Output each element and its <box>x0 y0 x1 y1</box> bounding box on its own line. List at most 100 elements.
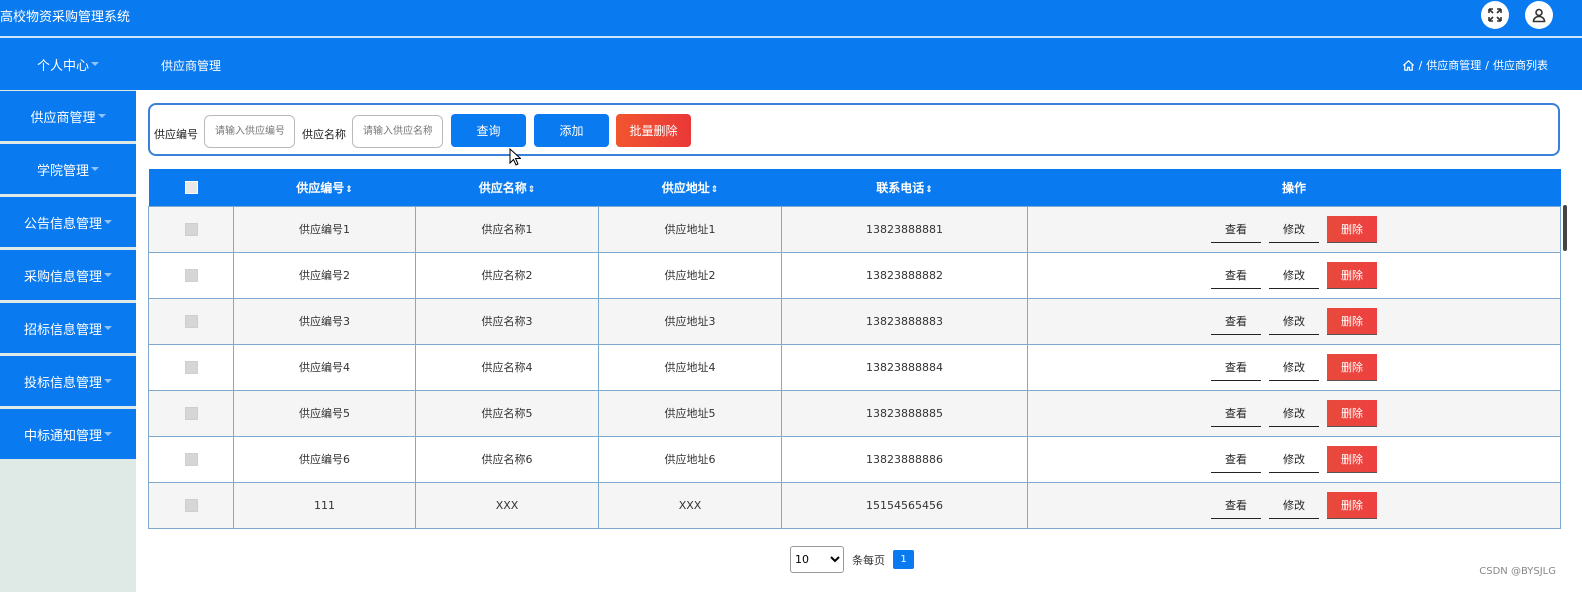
supplier-code-input[interactable] <box>204 115 295 148</box>
sort-icon[interactable]: ⇕ <box>925 185 933 195</box>
sort-icon[interactable]: ⇕ <box>711 185 719 195</box>
cell-code: 111 <box>233 481 416 529</box>
view-button[interactable]: 查看 <box>1211 446 1261 473</box>
batch-delete-button[interactable]: 批量删除 <box>616 114 691 147</box>
column-header-phone[interactable]: 联系电话⇕ <box>781 169 1028 206</box>
page-number-current[interactable]: 1 <box>893 550 914 569</box>
per-page-label: 条每页 <box>852 553 885 567</box>
select-all-checkbox[interactable] <box>184 181 198 195</box>
row-checkbox[interactable] <box>184 498 198 512</box>
delete-button[interactable]: 删除 <box>1327 399 1377 427</box>
cell-phone: 13823888886 <box>781 435 1028 483</box>
supplier-name-label: 供应名称 <box>302 128 346 141</box>
select-all-cell <box>148 169 234 206</box>
cell-code: 供应编号2 <box>233 251 416 299</box>
delete-button[interactable]: 删除 <box>1327 307 1377 335</box>
caret-down-icon <box>104 220 112 224</box>
cell-address: 供应地址3 <box>598 297 782 345</box>
edit-button[interactable]: 修改 <box>1269 446 1319 473</box>
row-checkbox[interactable] <box>184 268 198 282</box>
cell-address: XXX <box>598 481 782 529</box>
cell-actions: 查看 修改 删除 <box>1027 481 1561 529</box>
sidebar-item-label: 投标信息管理 <box>23 375 102 391</box>
delete-button[interactable]: 删除 <box>1327 491 1377 519</box>
table-row: 供应编号4 供应名称4 供应地址4 13823888884 查看 修改 删除 <box>148 343 1561 391</box>
sidebar-item-supplier[interactable]: 供应商管理 <box>0 91 136 141</box>
caret-down-icon <box>104 326 112 330</box>
top-bar: 高校物资采购管理系统 <box>0 0 1582 36</box>
row-select-cell <box>148 435 234 483</box>
home-icon[interactable] <box>1402 59 1415 72</box>
edit-button[interactable]: 修改 <box>1269 308 1319 335</box>
sort-icon[interactable]: ⇕ <box>528 185 536 195</box>
edit-button[interactable]: 修改 <box>1269 492 1319 519</box>
personal-center-label: 个人中心 <box>36 58 89 74</box>
view-button[interactable]: 查看 <box>1211 400 1261 427</box>
sidebar-item-label: 公告信息管理 <box>23 216 102 232</box>
row-select-cell <box>148 205 234 253</box>
fullscreen-icon[interactable] <box>1481 1 1509 29</box>
caret-down-icon <box>104 273 112 277</box>
row-checkbox[interactable] <box>184 406 198 420</box>
page-size-select[interactable]: 10 <box>790 546 844 573</box>
column-header-actions: 操作 <box>1027 169 1561 206</box>
cell-address: 供应地址5 <box>598 389 782 437</box>
sidebar-item-tender[interactable]: 招标信息管理 <box>0 303 136 353</box>
table-row: 供应编号2 供应名称2 供应地址2 13823888882 查看 修改 删除 <box>148 251 1561 299</box>
view-button[interactable]: 查看 <box>1211 308 1261 335</box>
query-button[interactable]: 查询 <box>451 114 526 147</box>
delete-button[interactable]: 删除 <box>1327 445 1377 473</box>
edit-button[interactable]: 修改 <box>1269 216 1319 243</box>
column-header-address[interactable]: 供应地址⇕ <box>598 169 782 206</box>
edit-button[interactable]: 修改 <box>1269 262 1319 289</box>
watermark: CSDN @BYSJLG <box>1479 566 1556 577</box>
sidebar-item-college[interactable]: 学院管理 <box>0 144 136 194</box>
cell-code: 供应编号5 <box>233 389 416 437</box>
row-checkbox[interactable] <box>184 222 198 236</box>
view-button[interactable]: 查看 <box>1211 262 1261 289</box>
cell-actions: 查看 修改 删除 <box>1027 297 1561 345</box>
supplier-name-input[interactable] <box>352 115 443 148</box>
table-header-row: 供应编号⇕ 供应名称⇕ 供应地址⇕ 联系电话⇕ 操作 <box>148 169 1561 206</box>
sidebar-item-label: 供应商管理 <box>30 110 96 126</box>
sidebar-item-bid[interactable]: 投标信息管理 <box>0 356 136 406</box>
cell-address: 供应地址6 <box>598 435 782 483</box>
table-row: 111 XXX XXX 15154565456 查看 修改 删除 <box>148 481 1561 529</box>
delete-button[interactable]: 删除 <box>1327 215 1377 243</box>
cell-actions: 查看 修改 删除 <box>1027 205 1561 253</box>
column-header-code[interactable]: 供应编号⇕ <box>233 169 416 206</box>
personal-center-menu[interactable]: 个人中心 <box>0 38 136 90</box>
view-button[interactable]: 查看 <box>1211 492 1261 519</box>
row-checkbox[interactable] <box>184 452 198 466</box>
cell-phone: 13823888884 <box>781 343 1028 391</box>
edit-button[interactable]: 修改 <box>1269 354 1319 381</box>
sidebar-item-purchase[interactable]: 采购信息管理 <box>0 250 136 300</box>
row-actions: 查看 修改 删除 <box>1028 261 1560 289</box>
view-button[interactable]: 查看 <box>1211 354 1261 381</box>
search-panel: 供应编号 供应名称 查询 添加 批量删除 <box>148 103 1560 156</box>
sort-icon[interactable]: ⇕ <box>345 185 353 195</box>
column-header-name[interactable]: 供应名称⇕ <box>415 169 599 206</box>
cell-actions: 查看 修改 删除 <box>1027 389 1561 437</box>
row-checkbox[interactable] <box>184 314 198 328</box>
scroll-handle[interactable] <box>1563 205 1567 251</box>
breadcrumb-separator: / <box>1485 58 1489 72</box>
view-button[interactable]: 查看 <box>1211 216 1261 243</box>
user-icon[interactable] <box>1525 1 1553 29</box>
caret-down-icon <box>97 114 106 118</box>
row-actions: 查看 修改 删除 <box>1028 491 1560 519</box>
delete-button[interactable]: 删除 <box>1327 261 1377 289</box>
edit-button[interactable]: 修改 <box>1269 400 1319 427</box>
breadcrumb-item[interactable]: 供应商管理 <box>1426 57 1481 73</box>
row-actions: 查看 修改 删除 <box>1028 353 1560 381</box>
sub-header: 个人中心 供应商管理 / 供应商管理 / 供应商列表 <box>0 38 1582 90</box>
row-checkbox[interactable] <box>184 360 198 374</box>
sidebar-item-notice[interactable]: 公告信息管理 <box>0 197 136 247</box>
delete-button[interactable]: 删除 <box>1327 353 1377 381</box>
table-row: 供应编号3 供应名称3 供应地址3 13823888883 查看 修改 删除 <box>148 297 1561 345</box>
add-button[interactable]: 添加 <box>534 114 609 147</box>
caret-down-icon <box>104 379 112 383</box>
sidebar-item-label: 学院管理 <box>36 163 89 179</box>
sidebar-item-award-notice[interactable]: 中标通知管理 <box>0 409 136 459</box>
supplier-code-label: 供应编号 <box>154 128 198 141</box>
